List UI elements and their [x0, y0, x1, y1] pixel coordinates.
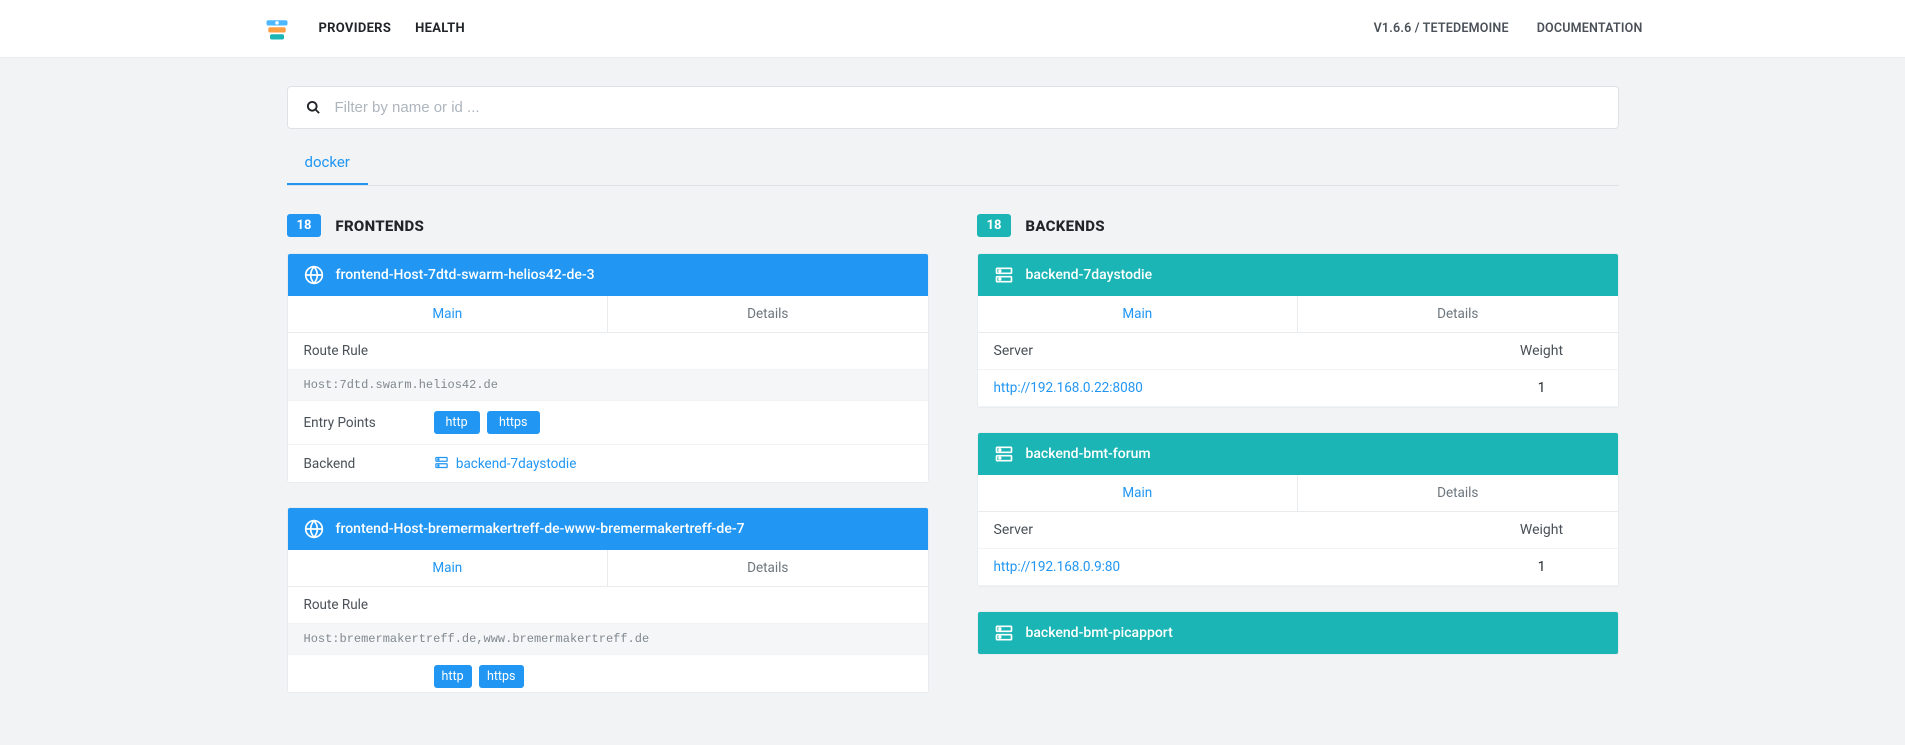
backend-card: backend-bmt-picapport	[977, 611, 1619, 655]
backend-server-row: http://192.168.0.9:80 1	[978, 549, 1618, 586]
frontend-name: frontend-Host-7dtd-swarm-helios42-de-3	[336, 267, 595, 283]
subtab-details[interactable]: Details	[608, 550, 928, 587]
globe-icon	[304, 519, 324, 539]
col-weight: Weight	[1482, 343, 1602, 359]
label-backend: Backend	[304, 456, 434, 472]
backend-link[interactable]: backend-7daystodie	[456, 456, 577, 472]
search-icon	[306, 100, 321, 115]
subtab-main[interactable]: Main	[288, 550, 609, 587]
nav-health[interactable]: HEALTH	[415, 21, 465, 36]
search-box[interactable]	[287, 86, 1619, 129]
backend-name: backend-bmt-forum	[1026, 446, 1151, 462]
server-link[interactable]: http://192.168.0.9:80	[994, 559, 1121, 575]
nav-version[interactable]: V1.6.6 / TETEDEMOINE	[1374, 21, 1509, 36]
provider-tabs: docker	[287, 143, 1619, 186]
label-route-rule: Route Rule	[304, 343, 434, 359]
col-server: Server	[994, 522, 1482, 538]
nav-documentation[interactable]: DOCUMENTATION	[1537, 21, 1643, 36]
label-route-rule: Route Rule	[304, 597, 434, 613]
subtab-main[interactable]: Main	[978, 296, 1299, 333]
subtab-details[interactable]: Details	[1298, 475, 1618, 512]
nav-providers[interactable]: PROVIDERS	[319, 21, 392, 36]
search-input[interactable]	[335, 99, 1600, 116]
globe-icon	[304, 265, 324, 285]
server-link[interactable]: http://192.168.0.22:8080	[994, 380, 1143, 396]
topbar: PROVIDERS HEALTH V1.6.6 / TETEDEMOINE DO…	[0, 0, 1905, 58]
backend-card: backend-7daystodie Main Details Server W…	[977, 253, 1619, 408]
server-icon	[434, 455, 449, 470]
server-icon	[994, 623, 1014, 643]
server-icon	[994, 444, 1014, 464]
backends-title: BACKENDS	[1025, 217, 1104, 235]
server-weight: 1	[1482, 380, 1602, 396]
entrypoint-http-pill: http	[434, 665, 472, 688]
backend-name: backend-bmt-picapport	[1026, 625, 1173, 641]
col-server: Server	[994, 343, 1482, 359]
backends-column: 18 BACKENDS backend-7daystodie Main Deta…	[977, 214, 1619, 717]
col-weight: Weight	[1482, 522, 1602, 538]
backend-name: backend-7daystodie	[1026, 267, 1153, 283]
frontend-card: frontend-Host-bremermakertreff-de-www-br…	[287, 507, 929, 693]
server-weight: 1	[1482, 559, 1602, 575]
label-entry-points: Entry Points	[304, 415, 434, 431]
backends-count-badge: 18	[977, 214, 1012, 237]
subtab-main[interactable]: Main	[288, 296, 609, 333]
frontends-title: FRONTENDS	[335, 217, 424, 235]
route-rule-value: Host:7dtd.swarm.helios42.de	[288, 370, 928, 401]
backend-server-row: http://192.168.0.22:8080 1	[978, 370, 1618, 407]
route-rule-value: Host:bremermakertreff.de,www.bremermaker…	[288, 624, 928, 655]
subtab-main[interactable]: Main	[978, 475, 1299, 512]
entrypoint-https-pill: https	[487, 411, 540, 434]
subtab-details[interactable]: Details	[1298, 296, 1618, 333]
server-icon	[994, 265, 1014, 285]
frontends-count-badge: 18	[287, 214, 322, 237]
tab-docker[interactable]: docker	[287, 143, 368, 185]
entrypoint-https-pill: https	[479, 665, 524, 688]
frontends-column: 18 FRONTENDS frontend-Host-7dtd-swarm-he…	[287, 214, 929, 717]
subtab-details[interactable]: Details	[608, 296, 928, 333]
frontend-card: frontend-Host-7dtd-swarm-helios42-de-3 M…	[287, 253, 929, 483]
entrypoint-http-pill: http	[434, 411, 480, 434]
frontend-name: frontend-Host-bremermakertreff-de-www-br…	[336, 521, 745, 537]
backend-card: backend-bmt-forum Main Details Server We…	[977, 432, 1619, 587]
traefik-logo	[263, 15, 291, 43]
